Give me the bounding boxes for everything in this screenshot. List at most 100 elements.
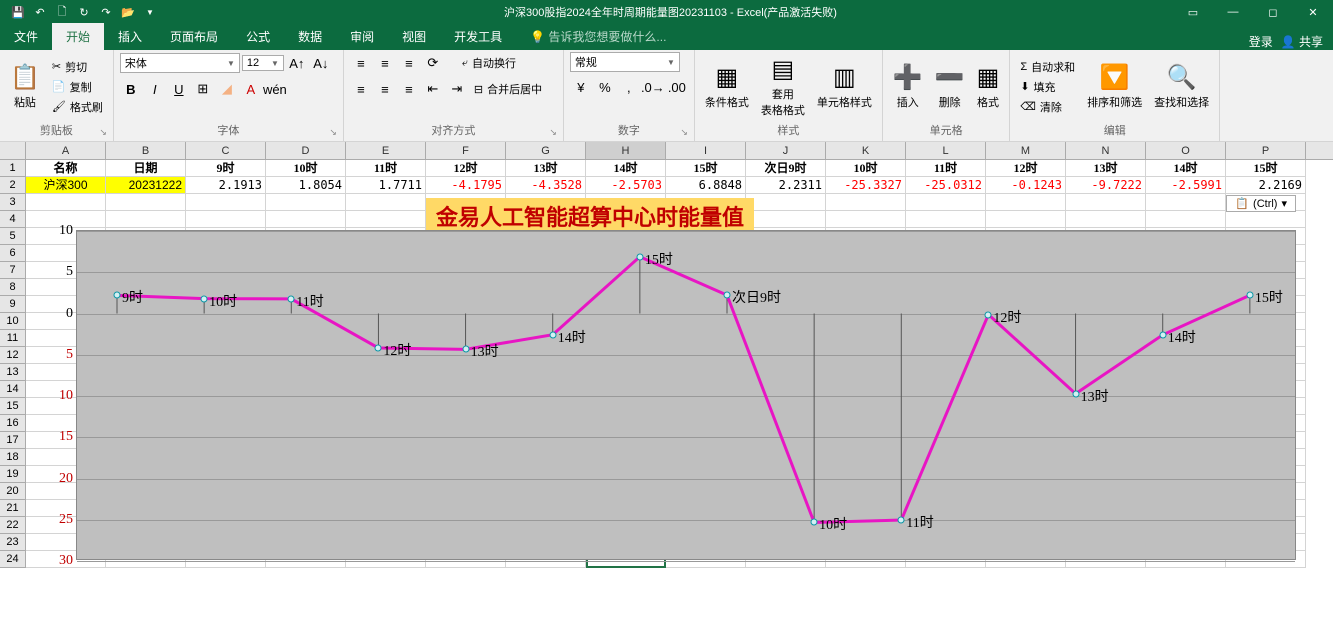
row-header[interactable]: 3: [0, 194, 26, 211]
expand-icon[interactable]: ↘: [680, 127, 688, 138]
align-bottom-icon[interactable]: ≡: [398, 52, 420, 74]
row-header[interactable]: 17: [0, 432, 26, 449]
format-cell-button[interactable]: ▦格式: [973, 61, 1004, 112]
cell[interactable]: 20231222: [106, 177, 186, 194]
col-header-E[interactable]: E: [346, 142, 426, 159]
ribbon-options-icon[interactable]: ▭: [1173, 0, 1213, 24]
row-header[interactable]: 1: [0, 160, 26, 177]
new-icon[interactable]: 🗋: [52, 2, 72, 22]
border-icon[interactable]: ⊞: [192, 78, 214, 100]
table-format-button[interactable]: ▤套用 表格格式: [757, 53, 809, 120]
cell[interactable]: 2.2311: [746, 177, 826, 194]
bold-icon[interactable]: B: [120, 78, 142, 100]
fill-button[interactable]: ⬇ 填充: [1016, 78, 1079, 96]
increase-decimal-icon[interactable]: .0→: [642, 76, 664, 98]
cell[interactable]: -0.1243: [986, 177, 1066, 194]
autosum-button[interactable]: Σ 自动求和: [1016, 58, 1079, 76]
cell[interactable]: 次日9时: [746, 160, 826, 177]
col-header-K[interactable]: K: [826, 142, 906, 159]
tell-me-input[interactable]: 💡 告诉我您想要做什么...: [516, 23, 680, 50]
cell[interactable]: -9.7222: [1066, 177, 1146, 194]
menu-file[interactable]: 文件: [0, 23, 52, 50]
cell[interactable]: 6.8848: [666, 177, 746, 194]
row-header[interactable]: 5: [0, 228, 26, 245]
col-header-L[interactable]: L: [906, 142, 986, 159]
row-header[interactable]: 22: [0, 517, 26, 534]
col-header-B[interactable]: B: [106, 142, 186, 159]
expand-icon[interactable]: ↘: [549, 127, 557, 138]
redo-icon[interactable]: ↷: [96, 2, 116, 22]
expand-icon[interactable]: ↘: [329, 127, 337, 138]
cell[interactable]: -4.3528: [506, 177, 586, 194]
decrease-decimal-icon[interactable]: .00: [666, 76, 688, 98]
menu-insert[interactable]: 插入: [104, 23, 156, 50]
col-header-G[interactable]: G: [506, 142, 586, 159]
copy-button[interactable]: 📄 复制: [48, 78, 107, 96]
delete-cell-button[interactable]: ➖删除: [931, 61, 969, 112]
cell[interactable]: 12时: [986, 160, 1066, 177]
fill-color-icon[interactable]: ◢: [216, 78, 238, 100]
font-size-combo[interactable]: 12▼: [242, 55, 284, 71]
cell[interactable]: 名称: [26, 160, 106, 177]
row-header[interactable]: 2: [0, 177, 26, 194]
menu-data[interactable]: 数据: [284, 23, 336, 50]
wrap-text-button[interactable]: ⤶ 自动换行: [458, 54, 520, 72]
cell-style-button[interactable]: ▥单元格样式: [813, 61, 876, 112]
font-color-icon[interactable]: A: [240, 78, 262, 100]
cell[interactable]: 2.2169: [1226, 177, 1306, 194]
clear-button[interactable]: ⌫ 清除: [1016, 98, 1079, 116]
row-header[interactable]: 23: [0, 534, 26, 551]
decrease-indent-icon[interactable]: ⇤: [422, 78, 444, 100]
col-header-I[interactable]: I: [666, 142, 746, 159]
row-header[interactable]: 7: [0, 262, 26, 279]
col-header-P[interactable]: P: [1226, 142, 1306, 159]
cell[interactable]: 13时: [506, 160, 586, 177]
cell[interactable]: 11时: [906, 160, 986, 177]
save-icon[interactable]: 💾: [8, 2, 28, 22]
row-header[interactable]: 12: [0, 347, 26, 364]
cell[interactable]: 沪深300: [26, 177, 106, 194]
cell[interactable]: 2.1913: [186, 177, 266, 194]
conditional-format-button[interactable]: ▦条件格式: [701, 61, 753, 112]
col-header-C[interactable]: C: [186, 142, 266, 159]
cell[interactable]: 14时: [586, 160, 666, 177]
cell[interactable]: 13时: [1066, 160, 1146, 177]
select-all-corner[interactable]: [0, 142, 26, 159]
menu-review[interactable]: 审阅: [336, 23, 388, 50]
close-icon[interactable]: ✕: [1293, 0, 1333, 24]
underline-icon[interactable]: U: [168, 78, 190, 100]
col-header-H[interactable]: H: [586, 142, 666, 159]
col-header-J[interactable]: J: [746, 142, 826, 159]
cut-button[interactable]: ✂ 剪切: [48, 58, 107, 76]
spreadsheet-grid[interactable]: ABCDEFGHIJKLMNOP 1名称日期9时10时11时12时13时14时1…: [0, 142, 1333, 568]
cell[interactable]: 11时: [346, 160, 426, 177]
row-header[interactable]: 21: [0, 500, 26, 517]
orientation-icon[interactable]: ⟳: [422, 52, 444, 74]
row-header[interactable]: 19: [0, 466, 26, 483]
comma-icon[interactable]: ,: [618, 76, 640, 98]
align-center-icon[interactable]: ≡: [374, 78, 396, 100]
login-link[interactable]: 登录: [1249, 33, 1273, 50]
increase-indent-icon[interactable]: ⇥: [446, 78, 468, 100]
expand-icon[interactable]: ↘: [99, 127, 107, 138]
row-header[interactable]: 24: [0, 551, 26, 568]
chart[interactable]: 📋 (Ctrl) ▾ 金易人工智能超算中心时能量值 10505101520253…: [26, 195, 1306, 565]
paste-button[interactable]: 📋粘贴: [6, 61, 44, 112]
shrink-font-icon[interactable]: A↓: [310, 52, 332, 74]
undo-icon[interactable]: ↶: [30, 2, 50, 22]
cell[interactable]: -4.1795: [426, 177, 506, 194]
cell[interactable]: 15时: [1226, 160, 1306, 177]
col-header-O[interactable]: O: [1146, 142, 1226, 159]
col-header-A[interactable]: A: [26, 142, 106, 159]
font-name-combo[interactable]: 宋体▼: [120, 53, 240, 73]
col-header-F[interactable]: F: [426, 142, 506, 159]
row-header[interactable]: 11: [0, 330, 26, 347]
cell[interactable]: 1.7711: [346, 177, 426, 194]
cell[interactable]: 12时: [426, 160, 506, 177]
row-header[interactable]: 4: [0, 211, 26, 228]
italic-icon[interactable]: I: [144, 78, 166, 100]
refresh-icon[interactable]: ↻: [74, 2, 94, 22]
row-header[interactable]: 20: [0, 483, 26, 500]
cell[interactable]: -25.3327: [826, 177, 906, 194]
menu-dev[interactable]: 开发工具: [440, 23, 516, 50]
